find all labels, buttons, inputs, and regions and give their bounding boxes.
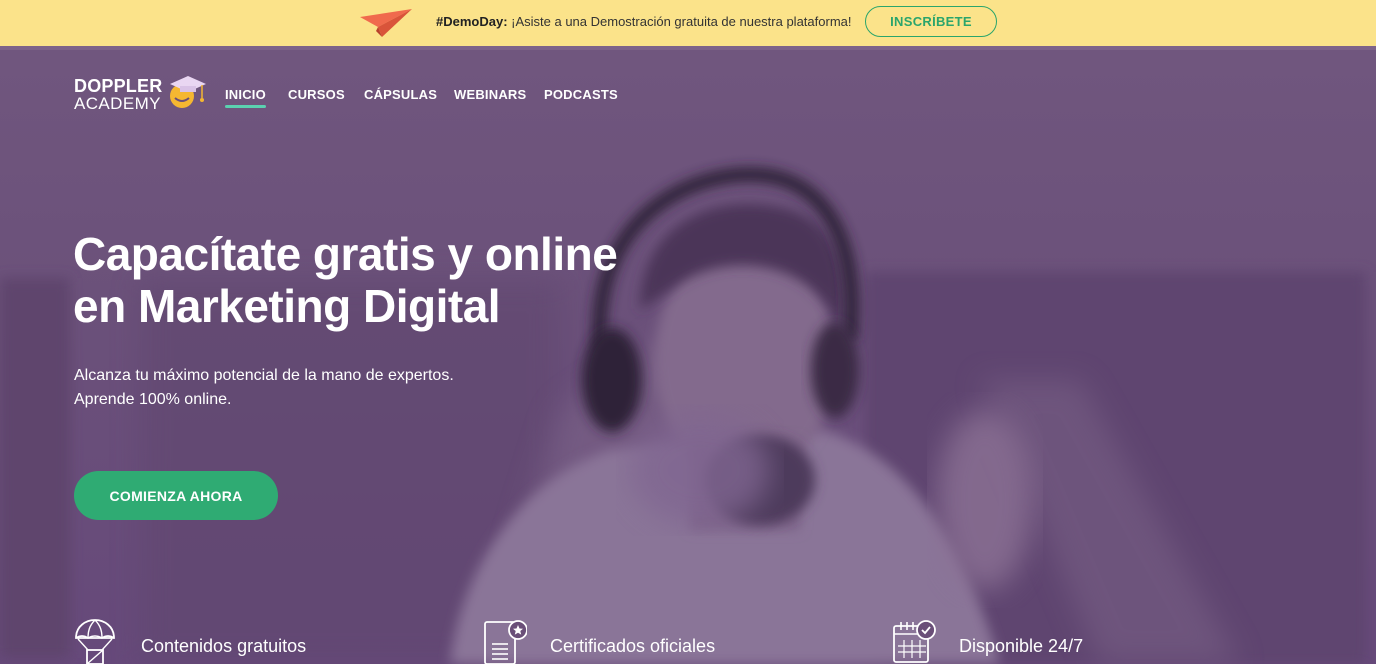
hero-title-line1: Capacítate gratis y online <box>73 228 618 280</box>
page: #DemoDay: ¡Asiste a una Demostración gra… <box>0 0 1376 664</box>
hero-photo-illustration <box>0 167 1366 664</box>
hero-subtitle: Alcanza tu máximo potencial de la mano d… <box>74 364 554 412</box>
certificate-icon <box>484 620 527 664</box>
parachute-box-icon <box>75 619 115 664</box>
feature-label: Disponible 24/7 <box>959 636 1084 656</box>
nav-podcasts[interactable]: PODCASTS <box>544 87 618 102</box>
nav-capsulas[interactable]: CÁPSULAS <box>364 87 437 102</box>
hero-background-image <box>0 50 1376 664</box>
promo-text: ¡Asiste a una Demostración gratuita de n… <box>507 14 852 29</box>
hero-subtitle-line2: Aprende 100% online. <box>74 391 232 408</box>
paper-plane-icon <box>360 9 412 37</box>
hero-subtitle-line1: Alcanza tu máximo potencial de la mano d… <box>74 367 454 384</box>
calendar-check-icon <box>893 620 936 663</box>
graduation-mascot-icon <box>170 76 206 108</box>
start-now-button[interactable]: COMIENZA AHORA <box>74 471 278 520</box>
feature-label: Certificados oficiales <box>550 636 716 656</box>
doppler-academy-logo[interactable]: DOPPLER ACADEMY <box>74 72 214 116</box>
hero-title: Capacítate gratis y online en Marketing … <box>73 228 713 332</box>
register-button[interactable]: INSCRÍBETE <box>865 6 997 37</box>
hero-title-line2: en Marketing Digital <box>73 280 501 332</box>
promo-hashtag: #DemoDay: <box>436 14 508 29</box>
promo-bar: #DemoDay: ¡Asiste a una Demostración gra… <box>0 0 1376 46</box>
logo-line2: ACADEMY <box>74 94 161 113</box>
feature-label: Contenidos gratuitos <box>141 636 307 656</box>
nav-inicio[interactable]: INICIO <box>225 87 266 108</box>
nav-cursos[interactable]: CURSOS <box>288 87 345 102</box>
nav-webinars[interactable]: WEBINARS <box>454 87 526 102</box>
promo-message: #DemoDay: ¡Asiste a una Demostración gra… <box>436 14 852 29</box>
